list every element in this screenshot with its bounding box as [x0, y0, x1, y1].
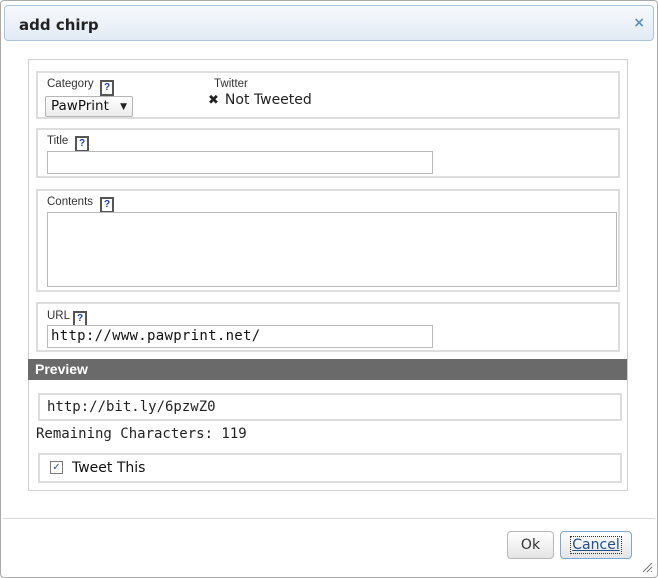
tweet-this-label[interactable]: Tweet This [72, 460, 145, 476]
preview-heading: Preview [35, 361, 88, 377]
cancel-button-label: Cancel [570, 536, 622, 554]
url-input[interactable]: http://www.pawprint.net/ [47, 325, 433, 348]
cancel-button[interactable]: Cancel [560, 531, 632, 559]
twitter-status-text: Not Tweeted [224, 92, 312, 108]
twitter-label: Twitter [214, 78, 248, 90]
footer-divider [3, 518, 655, 519]
url-label: URL [47, 310, 71, 322]
url-fieldset: URL ? http://www.pawprint.net/ [36, 302, 620, 352]
url-input-value: http://www.pawprint.net/ [51, 328, 261, 344]
tweet-this-checkbox[interactable]: ✓ [50, 461, 63, 474]
dialog-title: add chirp [19, 16, 99, 34]
category-selected-value: PawPrint [51, 98, 109, 114]
contents-label: Contents [47, 196, 94, 208]
resize-grip-icon[interactable] [641, 561, 653, 573]
preview-short-url: http://bit.ly/6pzwZ0 [47, 399, 216, 415]
tweet-this-fieldset: ✓ Tweet This [38, 453, 622, 483]
title-help-icon[interactable]: ? [75, 136, 89, 152]
close-icon[interactable]: × [633, 15, 645, 31]
category-help-icon[interactable]: ? [100, 80, 114, 96]
contents-help-icon[interactable]: ? [100, 197, 114, 213]
twitter-status: ✖ Not Tweeted [208, 92, 312, 108]
contents-fieldset: Contents ? [36, 189, 620, 292]
chevron-down-icon: ▼ [120, 102, 127, 112]
contents-textarea[interactable] [47, 212, 617, 287]
title-input[interactable] [47, 151, 433, 174]
category-select[interactable]: PawPrint ▼ [45, 96, 133, 117]
title-fieldset: Title ? [36, 128, 620, 178]
add-chirp-dialog: add chirp × Category ? PawPrint ▼ Twitte… [0, 0, 658, 578]
preview-short-url-box: http://bit.ly/6pzwZ0 [38, 393, 622, 421]
title-label: Title [47, 135, 69, 147]
dialog-titlebar[interactable]: add chirp × [4, 5, 654, 41]
ok-button[interactable]: Ok [507, 531, 554, 559]
category-label: Category [47, 78, 94, 90]
not-tweeted-icon: ✖ [208, 93, 219, 108]
remaining-characters: Remaining Characters: 119 [36, 426, 247, 442]
preview-header: Preview [28, 359, 627, 380]
category-fieldset: Category ? PawPrint ▼ Twitter ✖ Not Tweet… [36, 71, 620, 119]
